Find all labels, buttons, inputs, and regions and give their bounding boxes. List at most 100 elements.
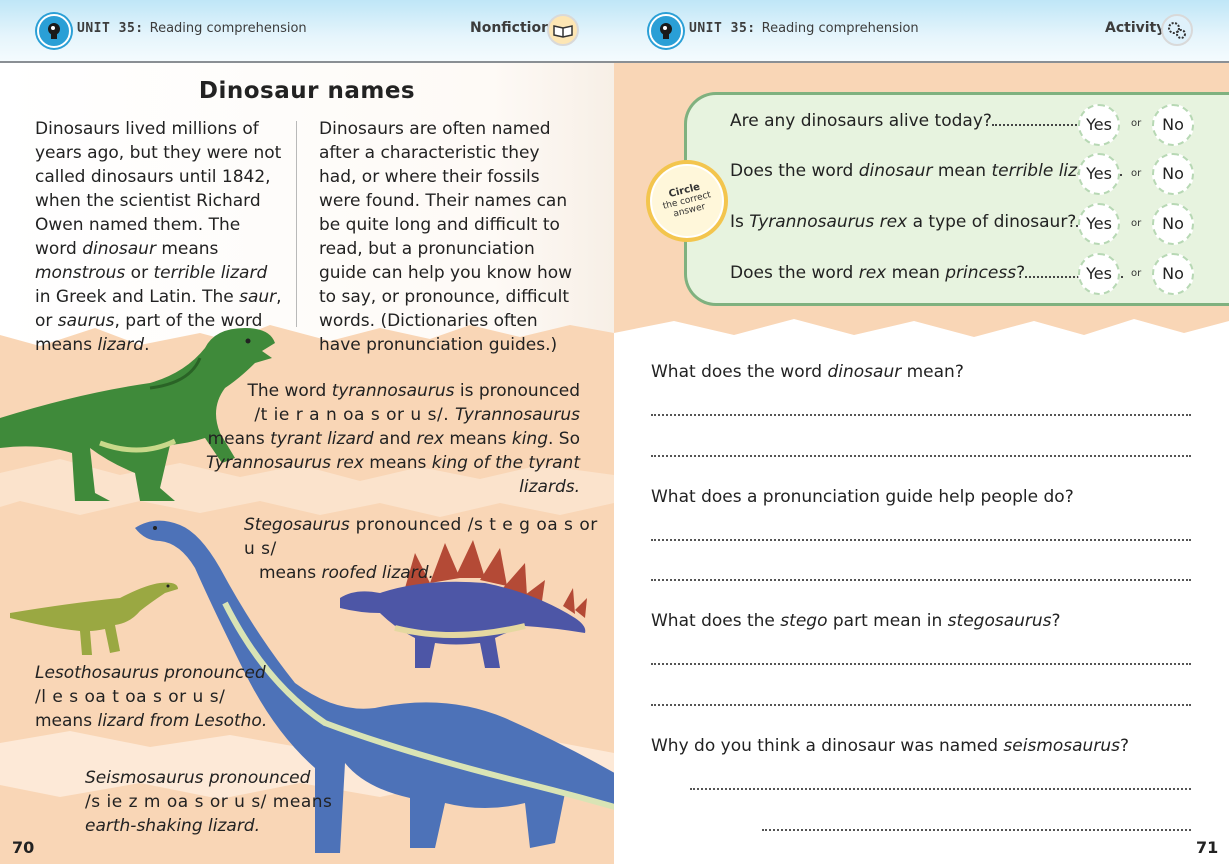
caption-term: tyrant lizard bbox=[270, 429, 374, 449]
term-saur: saur bbox=[239, 287, 277, 307]
lesothosaurus-caption: Lesothosaurus pronounced /l e s oa t oa … bbox=[35, 661, 295, 733]
unit-label-right: UNIT 35: Reading comprehension bbox=[689, 21, 919, 36]
page-number-right: 71 bbox=[1196, 838, 1219, 857]
term-saurus: saurus bbox=[57, 311, 115, 331]
yes-option-4[interactable]: Yes bbox=[1078, 253, 1120, 295]
unit-head-icon bbox=[37, 14, 71, 48]
question-text: Does the word bbox=[730, 263, 859, 283]
question-term: stego bbox=[780, 611, 828, 631]
question-text: What does the word bbox=[651, 362, 828, 382]
yes-option-1[interactable]: Yes bbox=[1078, 104, 1120, 146]
written-question-4: Why do you think a dinosaur was named se… bbox=[651, 736, 1129, 756]
answer-line[interactable] bbox=[651, 663, 1191, 665]
caption-text: means bbox=[363, 453, 432, 473]
caption-text: means bbox=[259, 563, 322, 583]
yes-option-3[interactable]: Yes bbox=[1078, 203, 1120, 245]
no-option-4[interactable]: No bbox=[1152, 253, 1194, 295]
caption-term: rex bbox=[416, 429, 444, 449]
written-question-3: What does the stego part mean in stegosa… bbox=[651, 611, 1061, 631]
open-book-icon bbox=[547, 14, 579, 46]
caption-term: king of the tyrant lizards. bbox=[431, 453, 580, 497]
term-monstrous: monstrous bbox=[35, 263, 126, 283]
seismosaurus-caption: Seismosaurus pronounced /s ie z m oa s o… bbox=[85, 766, 345, 838]
question-term: Tyrannosaurus rex bbox=[749, 212, 908, 232]
question-text: ? bbox=[1119, 736, 1129, 756]
yn-question-2: Does the word dinosaur mean terrible liz… bbox=[730, 161, 1123, 181]
page-title: Dinosaur names bbox=[198, 78, 416, 104]
question-text: mean bbox=[932, 161, 992, 181]
written-question-2: What does a pronunciation guide help peo… bbox=[651, 487, 1074, 507]
question-text: Are any dinosaurs alive today? bbox=[730, 111, 992, 131]
caption-text: means bbox=[207, 429, 271, 449]
caption-term: Tyrannosaurus rex bbox=[206, 453, 364, 473]
written-question-1: What does the word dinosaur mean? bbox=[651, 362, 964, 382]
question-text: Is bbox=[730, 212, 750, 232]
page-number-left: 70 bbox=[12, 838, 35, 857]
caption-text: and bbox=[373, 429, 417, 449]
question-term: seismosaurus bbox=[1003, 736, 1120, 756]
answer-line[interactable] bbox=[651, 414, 1191, 416]
answer-line[interactable] bbox=[651, 455, 1191, 457]
caption-text: The word bbox=[247, 381, 332, 401]
or-label: or bbox=[1131, 218, 1142, 229]
intro-column-2: Dinosaurs are often named after a charac… bbox=[319, 119, 573, 355]
or-label: or bbox=[1131, 268, 1142, 279]
caption-term: Seismosaurus pronounced bbox=[85, 768, 311, 788]
question-text: mean bbox=[886, 263, 946, 283]
or-label: or bbox=[1131, 118, 1142, 129]
unit-head-icon-right bbox=[649, 14, 683, 48]
caption-term: roofed lizard. bbox=[321, 563, 434, 583]
question-term: dinosaur bbox=[858, 161, 933, 181]
question-text: What does a pronunciation guide help peo… bbox=[651, 487, 1074, 507]
answer-line[interactable] bbox=[651, 539, 1191, 541]
caption-term: earth-shaking lizard. bbox=[85, 816, 260, 836]
intro-text: . bbox=[144, 335, 150, 355]
unit-subject: Reading comprehension bbox=[149, 21, 307, 36]
answer-line[interactable] bbox=[651, 704, 1191, 706]
question-text: part mean in bbox=[827, 611, 948, 631]
intro-text: means bbox=[155, 239, 219, 259]
unit-number-right: UNIT 35: bbox=[689, 21, 756, 36]
caption-term: Lesothosaurus pronounced bbox=[35, 663, 266, 683]
or-label: or bbox=[1131, 168, 1142, 179]
answer-line[interactable] bbox=[762, 829, 1191, 831]
caption-text: is pronounced bbox=[454, 381, 580, 401]
question-term: stegosaurus bbox=[947, 611, 1052, 631]
question-text: Does the word bbox=[730, 161, 859, 181]
no-option-3[interactable]: No bbox=[1152, 203, 1194, 245]
gears-icon bbox=[1161, 14, 1193, 46]
column-divider bbox=[296, 121, 297, 327]
intro-text: or bbox=[125, 263, 154, 283]
yn-question-4: Does the word rex mean princess? bbox=[730, 263, 1124, 283]
pronunciation: /l e s oa t oa s or u s/ bbox=[35, 687, 226, 707]
no-option-2[interactable]: No bbox=[1152, 153, 1194, 195]
caption-term: tyrannosaurus bbox=[331, 381, 455, 401]
tyrannosaurus-caption: The word tyrannosaurus is pronounced /t … bbox=[180, 379, 580, 499]
answer-line[interactable] bbox=[690, 788, 1191, 790]
question-term: rex bbox=[858, 263, 887, 283]
caption-text: means bbox=[35, 711, 98, 731]
question-text: ? bbox=[1016, 263, 1026, 283]
intro-text: Dinosaurs lived millions of years ago, b… bbox=[35, 119, 282, 259]
term-terrible-lizard: terrible lizard bbox=[153, 263, 268, 283]
page-header: UNIT 35: Reading comprehension Nonfiction… bbox=[0, 0, 1229, 63]
answer-line[interactable] bbox=[651, 579, 1191, 581]
term-lizard: lizard bbox=[97, 335, 145, 355]
pronunciation: /t ie r a n oa s or u s/. bbox=[254, 405, 455, 425]
section-label-activity: Activity bbox=[1105, 20, 1166, 36]
question-text: What does the bbox=[651, 611, 781, 631]
caption-term: Tyrannosaurus bbox=[455, 405, 580, 425]
question-term: princess bbox=[945, 263, 1017, 283]
unit-number: UNIT 35: bbox=[77, 21, 144, 36]
term-dinosaur: dinosaur bbox=[82, 239, 156, 259]
question-text: Why do you think a dinosaur was named bbox=[651, 736, 1004, 756]
stegosaurus-caption: Stegosaurus pronounced /s t e g oa s or … bbox=[244, 513, 604, 585]
caption-text: . So bbox=[548, 429, 580, 449]
caption-term: lizard from Lesotho. bbox=[97, 711, 268, 731]
yn-question-1: Are any dinosaurs alive today? bbox=[730, 111, 1097, 131]
yes-option-2[interactable]: Yes bbox=[1078, 153, 1120, 195]
unit-label-left: UNIT 35: Reading comprehension bbox=[77, 21, 307, 36]
intro-text: in Greek and Latin. The bbox=[35, 287, 240, 307]
circle-instruction-badge: Circle the correct answer bbox=[646, 160, 728, 242]
no-option-1[interactable]: No bbox=[1152, 104, 1194, 146]
